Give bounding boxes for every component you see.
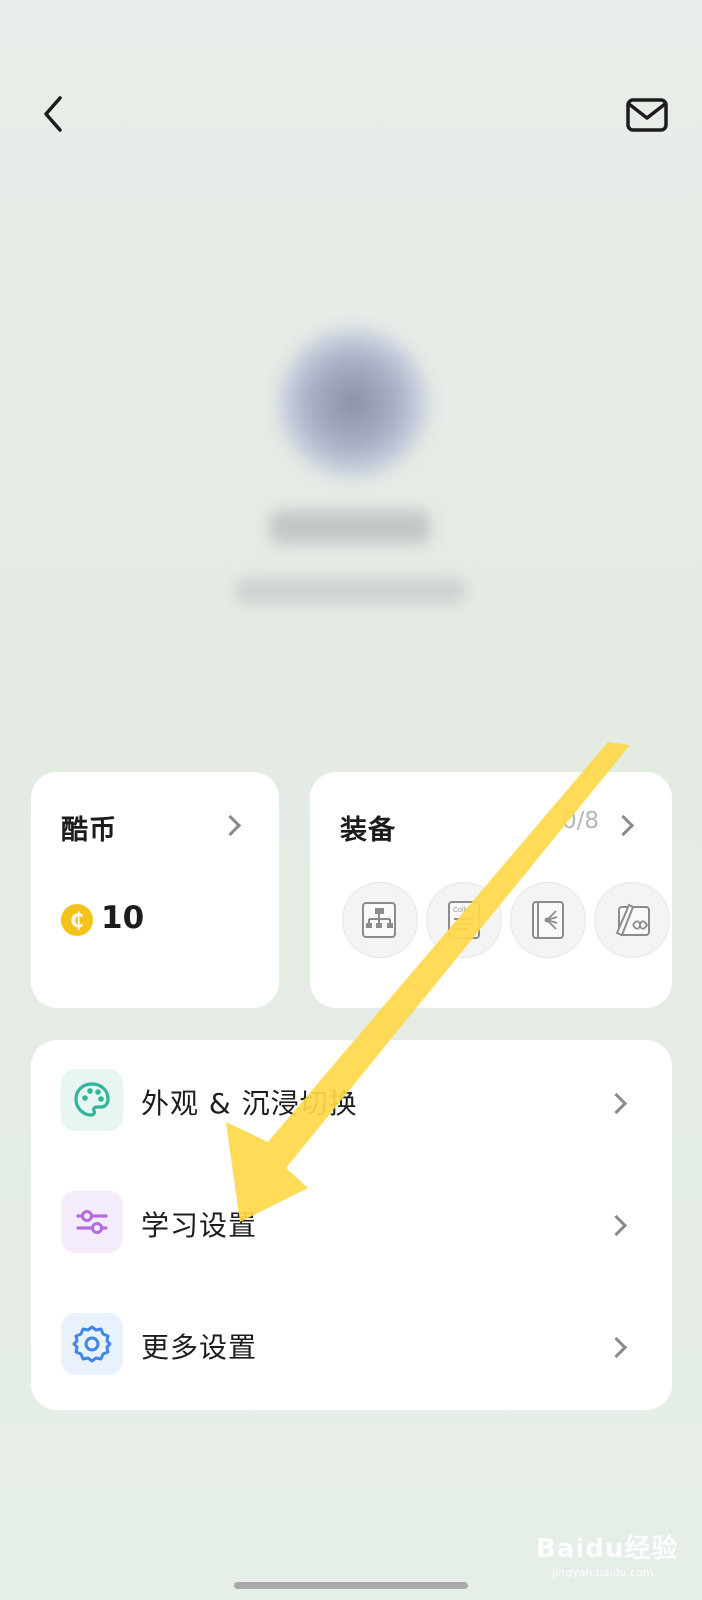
back-button[interactable] [34, 92, 78, 136]
equipment-slot[interactable] [510, 882, 586, 958]
menu-icon-bg [61, 1191, 123, 1253]
home-indicator[interactable] [234, 1582, 468, 1589]
menu-item-study-settings[interactable]: 学习设置 [31, 1162, 672, 1284]
equipment-slot[interactable] [342, 882, 418, 958]
equipment-card-title: 装备 [340, 815, 396, 846]
menu-item-label: 学习设置 [141, 1209, 258, 1242]
chevron-right-icon [612, 814, 635, 837]
collins-dictionary-icon: Collin [448, 901, 480, 939]
menu-icon-bg [61, 1313, 123, 1375]
equipment-slot[interactable]: Collin [426, 882, 502, 958]
collins-label: Collin [453, 907, 471, 914]
coin-balance: 10 [101, 900, 145, 936]
chevron-left-icon [44, 96, 62, 132]
coin-card[interactable]: 酷币 ₵ 10 [31, 772, 279, 1008]
menu-item-more-settings[interactable]: 更多设置 [31, 1284, 672, 1406]
coin-icon: ₵ [61, 904, 93, 936]
avatar[interactable] [278, 328, 428, 478]
username-blurred [270, 510, 430, 544]
sliders-icon [76, 1210, 108, 1234]
menu-item-appearance[interactable]: 外观 & 沉浸切换 [31, 1040, 672, 1162]
gear-icon [72, 1325, 112, 1363]
chevron-right-icon [605, 1092, 628, 1115]
equipment-card[interactable]: 装备 0/8 Collin [310, 772, 672, 1008]
menu-icon-bg [61, 1069, 123, 1131]
chevron-right-icon [219, 814, 242, 837]
chevron-right-icon [605, 1214, 628, 1237]
profile-header [0, 320, 702, 640]
org-chart-icon [362, 902, 396, 938]
watermark-url: jingyan.baidu.com [552, 1566, 654, 1579]
equipment-slot[interactable] [594, 882, 670, 958]
pen-notebook-icon [615, 903, 650, 937]
menu-item-label: 外观 & 沉浸切换 [141, 1087, 358, 1120]
watermark-logo: Baidu经验 [536, 1534, 679, 1564]
menu-item-label: 更多设置 [141, 1331, 258, 1364]
settings-menu: 外观 & 沉浸切换 学习设置 更多设置 [31, 1040, 672, 1410]
user-subtitle-blurred [236, 578, 466, 604]
coin-card-title: 酷币 [61, 815, 117, 846]
mind-map-book-icon [532, 901, 564, 939]
equipment-count: 0/8 [562, 808, 600, 834]
mail-button[interactable] [624, 96, 672, 136]
top-bar [0, 80, 702, 150]
chevron-right-icon [605, 1336, 628, 1359]
mail-icon [626, 98, 668, 132]
palette-icon [74, 1082, 110, 1117]
